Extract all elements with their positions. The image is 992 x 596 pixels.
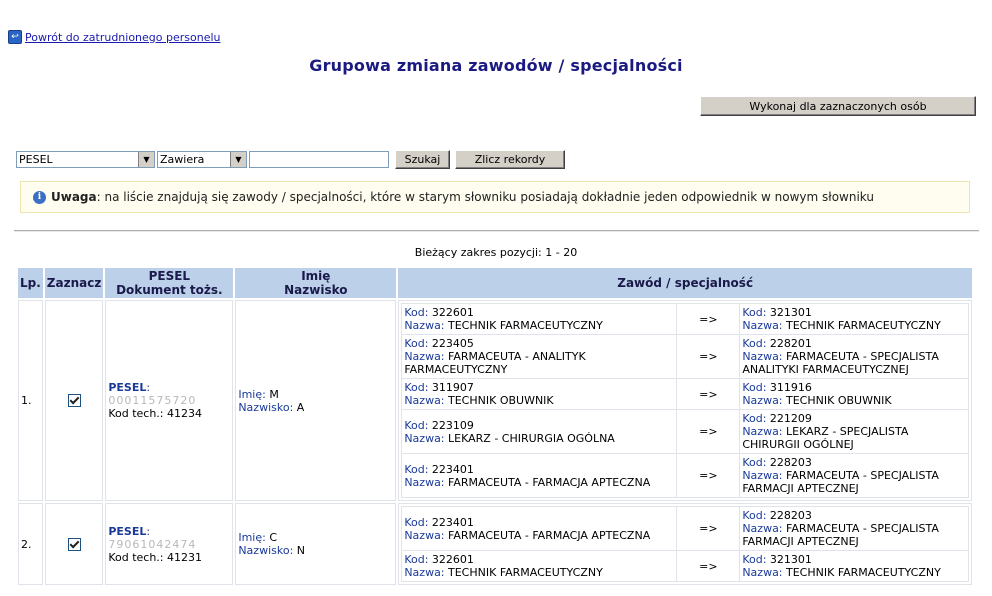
filter-bar: PESEL ▼ Zawiera ▼ Szukaj Zlicz rekordy xyxy=(16,150,565,169)
notice-text: : na liście znajdują się zawody / specja… xyxy=(96,190,874,204)
back-to-staff-link[interactable]: Powrót do zatrudnionego personelu xyxy=(25,31,221,44)
search-input[interactable] xyxy=(249,151,389,168)
occupation-mapping: Kod: 223405 Nazwa: FARMACEUTA - ANALITYK … xyxy=(401,334,969,379)
chevron-down-icon[interactable]: ▼ xyxy=(230,152,246,167)
search-button[interactable]: Szukaj xyxy=(395,150,450,169)
name-cell: Imię: M Nazwisko: A xyxy=(235,300,397,501)
operator-select[interactable]: Zawiera ▼ xyxy=(157,151,247,168)
row-checkbox[interactable] xyxy=(67,537,81,551)
pesel-value: 00011575720 xyxy=(108,394,197,407)
occupation-mapping: Kod: 322601 Nazwa: TECHNIK FARMACEUTYCZNY… xyxy=(401,303,969,335)
pesel-cell: PESEL: 79061042474 Kod tech.: 41231 xyxy=(105,503,234,585)
occupation-mapping: Kod: 223401 Nazwa: FARMACEUTA - FARMACJA … xyxy=(401,453,969,498)
execute-for-selected-button[interactable]: Wykonaj dla zaznaczonych osób xyxy=(700,96,976,116)
info-icon: i xyxy=(33,190,46,204)
occupation-cell: Kod: 223401 Nazwa: FARMACEUTA - FARMACJA … xyxy=(398,503,972,585)
mapping-arrow: => xyxy=(676,506,741,551)
row-number: 2. xyxy=(18,503,43,585)
header-name: Imię Nazwisko xyxy=(235,268,397,298)
results-table: Lp. Zaznacz PESEL Dokument tożs. Imię Na… xyxy=(16,266,974,587)
table-row: 2. PESEL: 79061042474 Kod tech.: 41231 Imię… xyxy=(18,503,972,585)
name-cell: Imię: C Nazwisko: N xyxy=(235,503,397,585)
mapping-arrow: => xyxy=(676,453,741,498)
occupation-mapping: Kod: 223109 Nazwa: LEKARZ - CHIRURGIA OGÓ… xyxy=(401,409,969,454)
mapping-arrow: => xyxy=(676,378,741,410)
back-arrow-icon[interactable]: ↩ xyxy=(8,30,22,44)
mapping-arrow: => xyxy=(676,303,741,335)
page-title: Grupowa zmiana zawodów / specjalności xyxy=(309,56,683,75)
mapping-arrow: => xyxy=(676,334,741,379)
occupation-cell: Kod: 322601 Nazwa: TECHNIK FARMACEUTYCZNY… xyxy=(398,300,972,501)
row-select-cell xyxy=(44,503,104,585)
header-select: Zaznacz xyxy=(44,268,104,298)
occupation-mapping: Kod: 311907 Nazwa: TECHNIK OBUWNIK => Kod: … xyxy=(401,378,969,410)
row-select-cell xyxy=(44,300,104,501)
header-pesel: PESEL Dokument tożs. xyxy=(105,268,234,298)
occupation-mapping: Kod: 322601 Nazwa: TECHNIK FARMACEUTYCZNY… xyxy=(401,550,969,582)
field-select[interactable]: PESEL ▼ xyxy=(16,151,155,168)
count-records-button[interactable]: Zlicz rekordy xyxy=(455,150,565,169)
header-occupation: Zawód / specjalność xyxy=(398,268,972,298)
row-number: 1. xyxy=(18,300,43,501)
back-link[interactable]: ↩ Powrót do zatrudnionego personelu xyxy=(8,30,221,44)
divider xyxy=(14,230,979,232)
occupation-list: Kod: 223401 Nazwa: FARMACEUTA - FARMACJA … xyxy=(401,506,969,582)
pesel-value: 79061042474 xyxy=(108,537,197,551)
table-row: 1. PESEL: 00011575720 Kod tech.: 41234 Imię… xyxy=(18,300,972,501)
mapping-arrow: => xyxy=(676,409,741,454)
notice-box: i Uwaga: na liście znajdują się zawody /… xyxy=(20,181,970,213)
notice-bold: Uwaga xyxy=(51,190,97,204)
header-lp: Lp. xyxy=(18,268,43,298)
range-info: Bieżący zakres pozycji: 1 - 20 xyxy=(414,246,578,259)
occupation-mapping: Kod: 223401 Nazwa: FARMACEUTA - FARMACJA … xyxy=(401,506,969,551)
occupation-list: Kod: 322601 Nazwa: TECHNIK FARMACEUTYCZNY… xyxy=(401,303,969,498)
chevron-down-icon[interactable]: ▼ xyxy=(138,152,154,167)
mapping-arrow: => xyxy=(676,550,741,582)
pesel-cell: PESEL: 00011575720 Kod tech.: 41234 xyxy=(105,300,234,501)
row-checkbox[interactable] xyxy=(67,394,81,408)
